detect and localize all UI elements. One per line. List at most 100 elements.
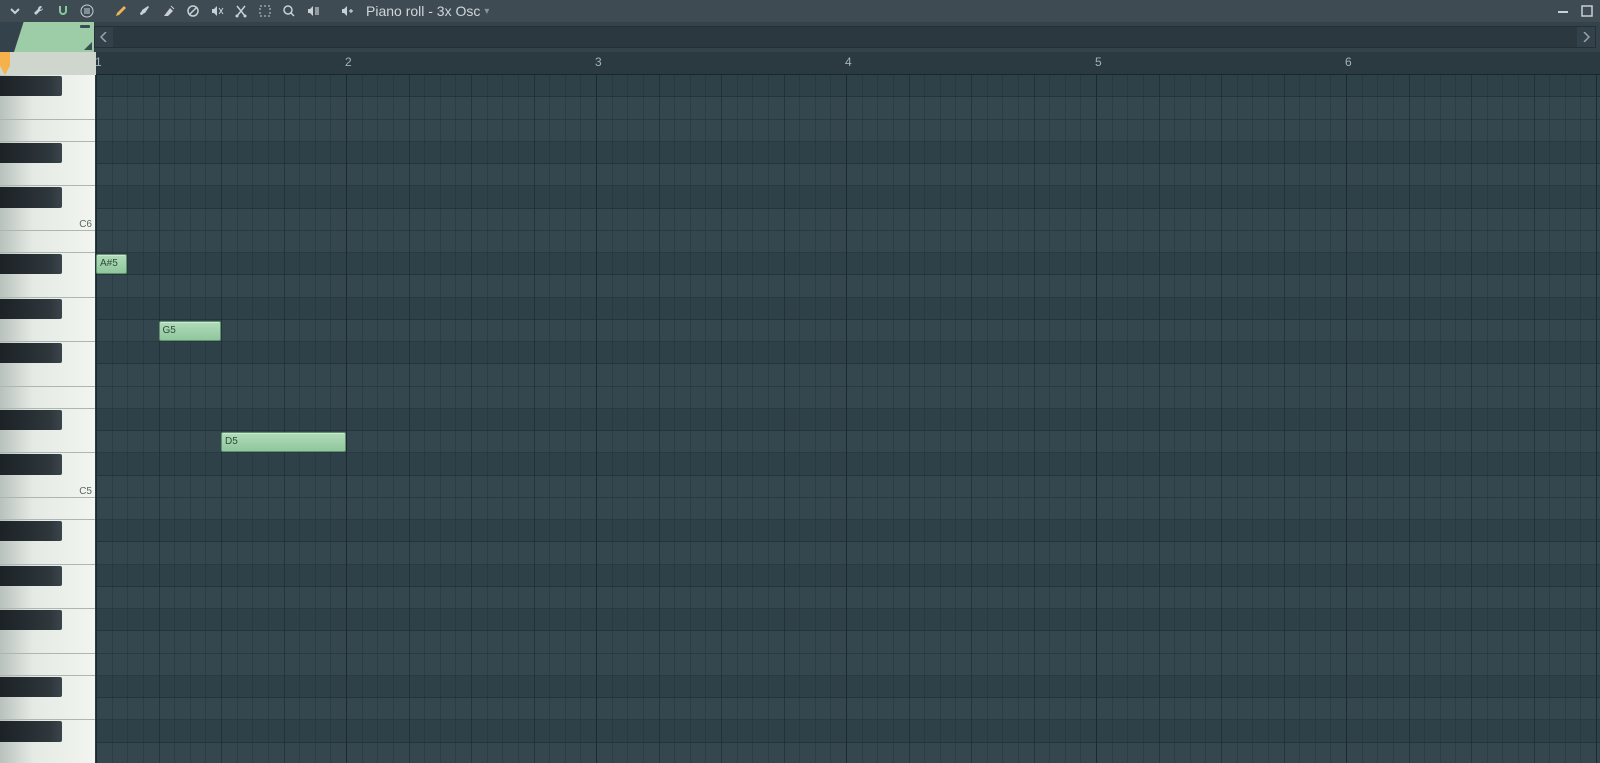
octave-label: C6 — [79, 219, 92, 230]
ruler-row: 123456 — [0, 52, 1600, 75]
disable-icon[interactable] — [182, 1, 204, 21]
black-key[interactable] — [0, 254, 62, 274]
playback-icon[interactable] — [302, 1, 324, 21]
grid-row[interactable] — [96, 743, 1600, 763]
grid-row[interactable] — [96, 609, 1600, 631]
black-key[interactable] — [0, 76, 62, 96]
magnet-icon[interactable] — [52, 1, 74, 21]
grid-row[interactable] — [96, 698, 1600, 720]
list-icon[interactable] — [76, 1, 98, 21]
white-key[interactable] — [0, 164, 95, 186]
grid-row[interactable] — [96, 320, 1600, 342]
grid-row[interactable] — [96, 498, 1600, 520]
note[interactable]: A#5 — [96, 254, 127, 274]
erase-icon[interactable] — [158, 1, 180, 21]
pencil-icon[interactable] — [110, 1, 132, 21]
ruler-corner — [0, 52, 96, 75]
black-key[interactable] — [0, 299, 62, 319]
grid-row[interactable] — [96, 164, 1600, 186]
grid-row[interactable] — [96, 75, 1600, 97]
grid-row[interactable] — [96, 209, 1600, 231]
title-text: Piano roll - 3x Osc — [366, 3, 480, 19]
grid-row[interactable] — [96, 364, 1600, 386]
white-key[interactable] — [0, 587, 95, 609]
piano-keyboard[interactable]: C6 C5 — [0, 75, 96, 763]
black-key[interactable] — [0, 343, 62, 363]
main-area: C6 C5 A#5 G5 D5 — [0, 75, 1600, 763]
grid-row[interactable] — [96, 253, 1600, 275]
grid-row[interactable] — [96, 631, 1600, 653]
note[interactable]: G5 — [159, 321, 222, 341]
timeline-ruler[interactable]: 123456 — [96, 52, 1600, 75]
note[interactable]: D5 — [221, 432, 346, 452]
brush-icon[interactable] — [134, 1, 156, 21]
grid-row[interactable] — [96, 120, 1600, 142]
grid-row[interactable] — [96, 587, 1600, 609]
grid-row[interactable] — [96, 720, 1600, 742]
grid-row[interactable] — [96, 275, 1600, 297]
maximize-button[interactable] — [1578, 2, 1596, 20]
white-key[interactable] — [0, 542, 95, 564]
bar-number: 2 — [345, 55, 352, 69]
menu-dropdown-icon[interactable] — [4, 1, 26, 21]
black-key[interactable] — [0, 410, 62, 430]
minimize-button[interactable] — [1554, 2, 1572, 20]
white-key[interactable] — [0, 431, 95, 453]
white-key[interactable] — [0, 320, 95, 342]
grid-row[interactable] — [96, 97, 1600, 119]
pattern-tab-row — [0, 22, 1600, 52]
bar-number: 4 — [845, 55, 852, 69]
white-key[interactable] — [0, 743, 95, 763]
select-icon[interactable] — [254, 1, 276, 21]
grid-row[interactable] — [96, 298, 1600, 320]
black-key[interactable] — [0, 143, 62, 163]
grid-row[interactable] — [96, 476, 1600, 498]
octave-label: C5 — [79, 486, 92, 497]
white-key[interactable] — [0, 120, 95, 142]
black-key[interactable] — [0, 721, 62, 741]
black-key[interactable] — [0, 677, 62, 697]
grid-row[interactable] — [96, 654, 1600, 676]
white-key[interactable] — [0, 698, 95, 720]
zoom-icon[interactable] — [278, 1, 300, 21]
white-key[interactable] — [0, 654, 95, 676]
scroll-right-button[interactable] — [1577, 27, 1595, 47]
note-grid[interactable]: A#5 G5 D5 — [96, 75, 1600, 763]
grid-row[interactable] — [96, 231, 1600, 253]
white-key[interactable] — [0, 631, 95, 653]
toolbar: Piano roll - 3x Osc ▾ — [0, 0, 1600, 22]
black-key[interactable] — [0, 454, 62, 474]
horizontal-scrollbar[interactable] — [94, 26, 1596, 48]
grid-row[interactable] — [96, 409, 1600, 431]
white-key[interactable] — [0, 275, 95, 297]
cut-icon[interactable] — [230, 1, 252, 21]
grid-row[interactable] — [96, 453, 1600, 475]
grid-row[interactable] — [96, 142, 1600, 164]
scroll-track[interactable] — [113, 27, 1577, 47]
wrench-icon[interactable] — [28, 1, 50, 21]
mute-icon[interactable] — [206, 1, 228, 21]
white-key[interactable] — [0, 364, 95, 386]
grid-row[interactable] — [96, 565, 1600, 587]
playhead-marker[interactable] — [0, 52, 10, 75]
preview-icon[interactable] — [336, 1, 358, 21]
bar-number: 5 — [1095, 55, 1102, 69]
black-key[interactable] — [0, 610, 62, 630]
scroll-left-button[interactable] — [95, 27, 113, 47]
white-key[interactable] — [0, 231, 95, 253]
grid-row[interactable] — [96, 387, 1600, 409]
grid-row[interactable] — [96, 542, 1600, 564]
black-key[interactable] — [0, 566, 62, 586]
chevron-down-icon: ▾ — [484, 6, 489, 17]
black-key[interactable] — [0, 521, 62, 541]
white-key[interactable] — [0, 387, 95, 409]
channel-title[interactable]: Piano roll - 3x Osc ▾ — [366, 3, 489, 19]
white-key[interactable] — [0, 97, 95, 119]
grid-row[interactable] — [96, 676, 1600, 698]
black-key[interactable] — [0, 187, 62, 207]
grid-row[interactable] — [96, 342, 1600, 364]
grid-row[interactable] — [96, 520, 1600, 542]
grid-row[interactable] — [96, 186, 1600, 208]
active-pattern-tab[interactable] — [14, 22, 94, 52]
white-key[interactable] — [0, 498, 95, 520]
